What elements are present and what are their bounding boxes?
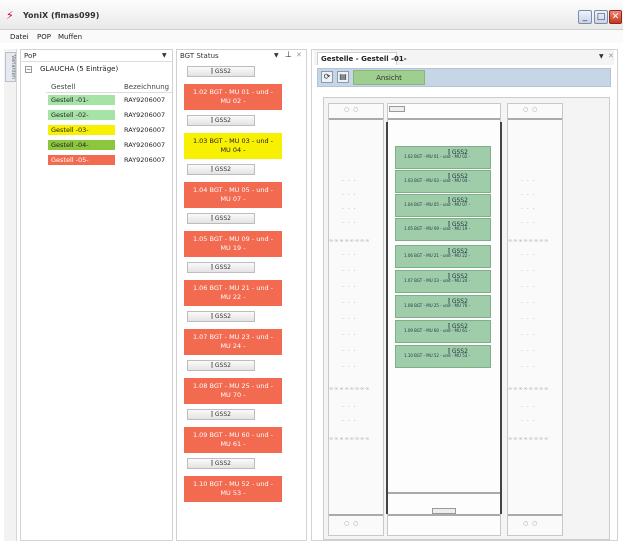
table-row-gestell[interactable]: Gestell -04- [48, 140, 115, 150]
table-cell-bezeichnung: RAY9206007 [124, 111, 166, 119]
bgt-slot-label[interactable]: ⫿ GSS2 [187, 115, 255, 126]
table-cell-bezeichnung: RAY9206007 [124, 141, 166, 149]
bgt-slot-label[interactable]: ⫿ GSS2 [187, 164, 255, 175]
window-title: YoniX (fimas099) [23, 11, 100, 20]
tree-collapse-icon[interactable]: − [25, 66, 32, 73]
column-header-gestell[interactable]: Gestell [51, 83, 75, 91]
bgt-status-card[interactable]: 1.08 BGT - MU 25 - und - MU 70 - [184, 378, 282, 404]
rack-module[interactable]: ⫿ GSS2 1.05 BGT - MU 09 - und - MU 19 - [395, 218, 491, 241]
bgt-slot-label[interactable]: ⫿ GSS2 [187, 409, 255, 420]
rack-module[interactable]: ⫿ GSS2 1.03 BGT - MU 03 - und - MU 04 - [395, 170, 491, 193]
menu-datei[interactable]: Datei [10, 33, 29, 41]
refresh-icon[interactable]: ⟳ [321, 71, 333, 83]
close-button[interactable]: ✕ [609, 10, 622, 24]
save-icon[interactable]: ▤ [337, 71, 349, 83]
gestelle-close-icon[interactable]: ✕ [608, 52, 614, 60]
bgt-slot-label[interactable]: ⫿ GSS2 [187, 213, 255, 224]
bgt-slot-label[interactable]: ⫿ GSS2 [187, 66, 255, 77]
minimize-button[interactable]: _ [578, 10, 592, 24]
bgt-status-card[interactable]: 1.06 BGT - MU 21 - und - MU 22 - [184, 280, 282, 306]
table-row-gestell[interactable]: Gestell -05- [48, 155, 115, 165]
rack-rail-right [500, 122, 502, 514]
bgt-status-card[interactable]: 1.03 BGT - MU 03 - und - MU 04 - [184, 133, 282, 159]
rack-module[interactable]: ⫿ GSS2 1.10 BGT - MU 52 - und - MU 53 - [395, 345, 491, 368]
pin-icon[interactable]: ⊥ [285, 50, 292, 59]
table-cell-bezeichnung: RAY9206007 [124, 126, 166, 134]
bgt-panel-title: BGT Status [180, 52, 219, 60]
bgt-slot-label[interactable]: ⫿ GSS2 [187, 262, 255, 273]
menu-muffen[interactable]: Muffen [58, 33, 82, 41]
rack-module[interactable]: ⫿ GSS2 1.02 BGT - MU 01 - und - MU 02 - [395, 146, 491, 169]
ansicht-button[interactable]: Ansicht [353, 70, 425, 85]
table-row-gestell[interactable]: Gestell -01- [48, 95, 115, 105]
side-tab-label: Varianten [10, 55, 16, 79]
rack-handle-top [389, 106, 405, 112]
bgt-status-card[interactable]: 1.10 BGT - MU 52 - und - MU 53 - [184, 476, 282, 502]
menu-pop[interactable]: POP [37, 33, 51, 41]
app-icon: ⚡ [6, 9, 14, 22]
table-row-gestell[interactable]: Gestell -03- [48, 125, 115, 135]
bgt-slot-label[interactable]: ⫿ GSS2 [187, 360, 255, 371]
rack-module[interactable]: ⫿ GSS2 1.06 BGT - MU 21 - und - MU 22 - [395, 245, 491, 268]
bgt-status-card[interactable]: 1.04 BGT - MU 05 - und - MU 07 - [184, 182, 282, 208]
side-strip [4, 49, 17, 541]
rack-module[interactable]: ⫿ GSS2 1.04 BGT - MU 05 - und - MU 07 - [395, 194, 491, 217]
tab-gestelle[interactable]: Gestelle - Gestell -01- [317, 52, 407, 65]
rack-module[interactable]: ⫿ GSS2 1.07 BGT - MU 23 - und - MU 24 - [395, 270, 491, 293]
panel-close-icon[interactable]: ✕ [296, 51, 302, 59]
bgt-panel-dropdown-icon[interactable]: ▼ [274, 52, 279, 59]
gestelle-dropdown-icon[interactable]: ▼ [599, 53, 604, 60]
bgt-status-card[interactable]: 1.07 BGT - MU 23 - und - MU 24 - [184, 329, 282, 355]
tree-node-glaucha[interactable]: GLAUCHA (5 Einträge) [40, 65, 118, 73]
table-row-gestell[interactable]: Gestell -02- [48, 110, 115, 120]
bgt-slot-label[interactable]: ⫿ GSS2 [187, 311, 255, 322]
bgt-slot-label[interactable]: ⫿ GSS2 [187, 458, 255, 469]
rack-rail-left [386, 122, 388, 514]
maximize-button[interactable]: □ [594, 10, 608, 24]
pop-panel [20, 49, 173, 541]
rack-module[interactable]: ⫿ GSS2 1.08 BGT - MU 25 - und - MU 70 - [395, 295, 491, 318]
bgt-status-card[interactable]: 1.05 BGT - MU 09 - und - MU 19 - [184, 231, 282, 257]
column-header-bezeichnung[interactable]: Bezeichnung [124, 83, 169, 91]
table-cell-bezeichnung: RAY9206007 [124, 156, 166, 164]
bgt-status-card[interactable]: 1.09 BGT - MU 60 - und - MU 61 - [184, 427, 282, 453]
pop-panel-dropdown-icon[interactable]: ▼ [162, 52, 167, 59]
menu-bar [0, 30, 623, 43]
rack-module[interactable]: ⫿ GSS2 1.09 BGT - MU 60 - und - MU 61 - [395, 320, 491, 343]
bgt-status-card[interactable]: 1.02 BGT - MU 01 - und - MU 02 - [184, 84, 282, 110]
table-cell-bezeichnung: RAY9206007 [124, 96, 166, 104]
rack-screws: ○ ○ [344, 106, 360, 113]
pop-panel-title: PoP [24, 52, 37, 60]
